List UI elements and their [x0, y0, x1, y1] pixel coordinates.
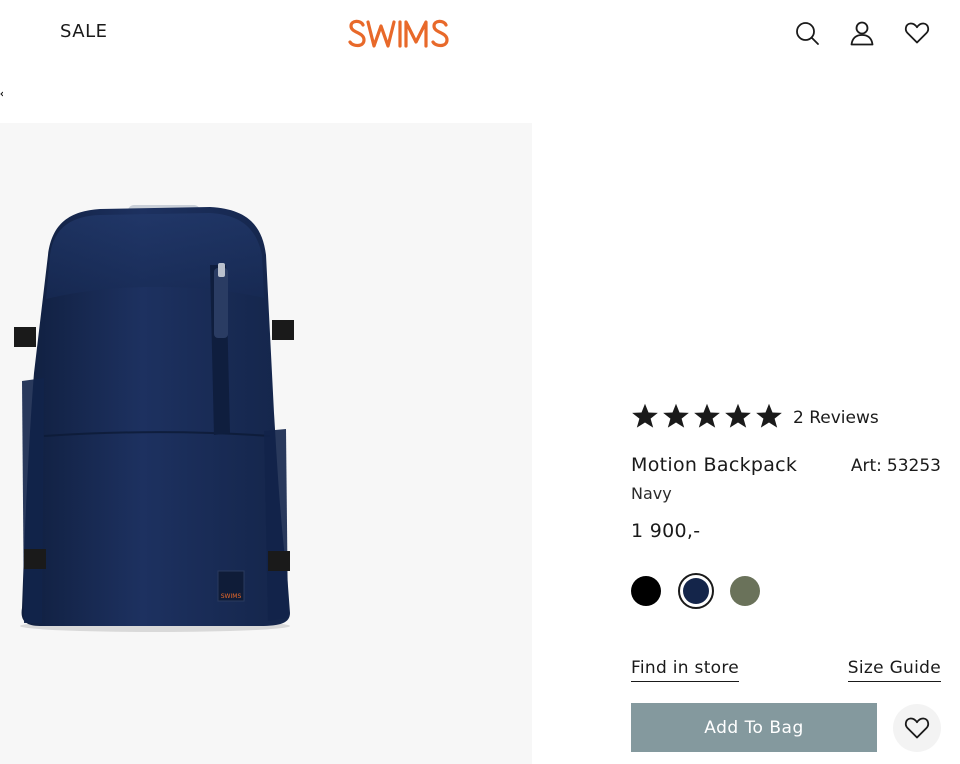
find-in-store-link[interactable]: Find in store	[631, 658, 740, 682]
color-swatch-black[interactable]	[631, 576, 661, 606]
star-icon	[694, 403, 720, 428]
rating-stars[interactable]	[631, 402, 783, 430]
account-icon[interactable]	[849, 20, 875, 46]
color-swatch-navy[interactable]	[678, 573, 714, 609]
swims-logo[interactable]	[348, 14, 462, 54]
heart-icon[interactable]	[904, 20, 930, 46]
product-image-gallery[interactable]: SWIMS	[0, 123, 532, 764]
heart-icon	[904, 717, 930, 739]
site-header: SALE	[0, 0, 960, 70]
star-icon	[756, 403, 782, 428]
color-swatch-olive[interactable]	[730, 576, 760, 606]
search-icon[interactable]	[794, 20, 820, 46]
size-guide-link[interactable]: Size Guide	[847, 658, 941, 682]
wishlist-button[interactable]	[893, 704, 941, 752]
product-image-logo: SWIMS	[221, 593, 242, 600]
star-icon	[663, 403, 689, 428]
sale-nav-link[interactable]: SALE	[60, 21, 107, 42]
reviews-link[interactable]: 2 Reviews	[793, 408, 879, 428]
add-to-bag-button[interactable]: Add To Bag	[631, 703, 877, 752]
color-swatch-navy-fill	[683, 578, 709, 604]
product-title: Motion Backpack	[631, 454, 798, 476]
article-label: Art:	[850, 456, 882, 476]
selected-color-name: Navy	[631, 484, 672, 503]
star-icon	[632, 403, 658, 428]
article-value: 53253	[886, 456, 941, 476]
star-icon	[725, 403, 751, 428]
chevron-left-icon[interactable]	[0, 88, 3, 100]
product-image: SWIMS	[14, 205, 294, 632]
product-price: 1 900,-	[631, 520, 701, 542]
article-number: Art: 53253	[851, 456, 941, 476]
